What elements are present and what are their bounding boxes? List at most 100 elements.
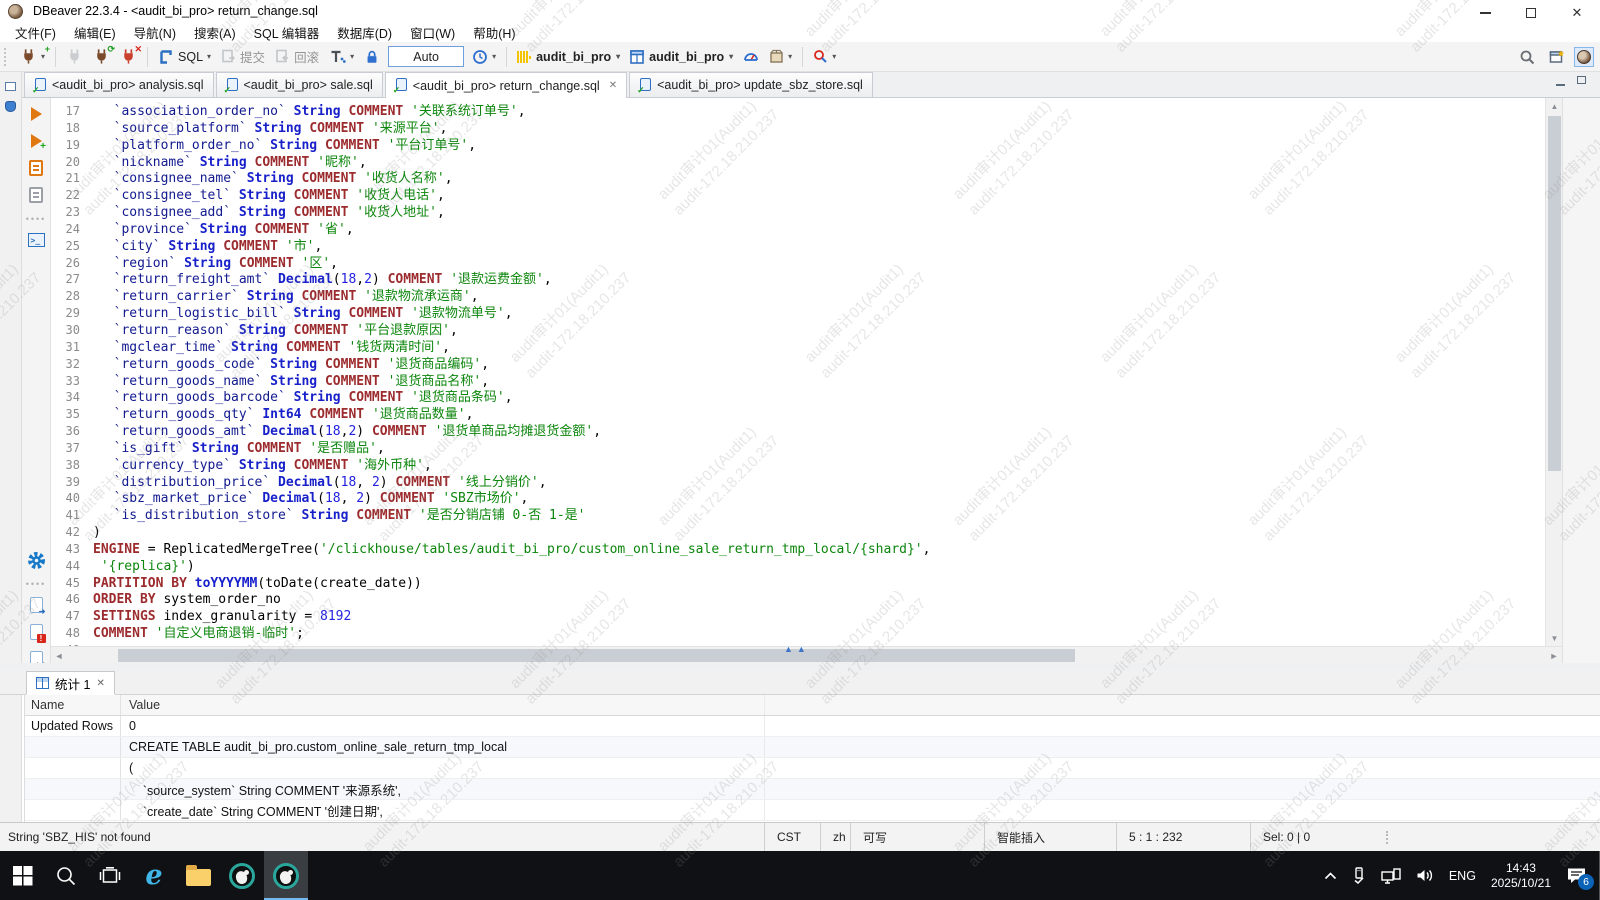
quick-search-button[interactable] — [1515, 45, 1539, 69]
code-text[interactable]: `consignee_add` String COMMENT '收货人地址', — [93, 205, 445, 220]
explain-plan-button[interactable] — [25, 184, 47, 206]
code-text[interactable]: `consignee_name` String COMMENT '收货人名称', — [93, 171, 453, 186]
table-row[interactable]: Updated Rows0 — [25, 716, 1600, 737]
dbeaver-perspective-button[interactable] — [1574, 47, 1594, 67]
sash-restore-arrows-icon[interactable]: ▲▲ — [784, 644, 810, 654]
editor-tab-1[interactable]: ✓<audit_bi_pro> sale.sql — [216, 72, 383, 97]
menu-item-4[interactable]: SQL 编辑器 — [245, 21, 329, 44]
code-text[interactable]: `is_gift` String COMMENT '是否赠品', — [93, 441, 385, 456]
code-text[interactable]: `return_carrier` String COMMENT '退款物流承运商… — [93, 289, 479, 304]
grid-cell[interactable]: `source_system` String COMMENT '来源系统', — [121, 779, 765, 799]
table-row[interactable]: `create_date` String COMMENT '创建日期', — [25, 800, 1600, 821]
execute-script-button[interactable] — [25, 157, 47, 179]
internet-explorer-button[interactable]: e — [132, 851, 176, 900]
code-text[interactable]: `sbz_market_price` Decimal(18, 2) COMMEN… — [93, 491, 528, 506]
panel-splitter[interactable] — [0, 663, 1600, 670]
dbeaver-taskbar-button-active[interactable] — [264, 851, 308, 900]
code-text[interactable]: `return_goods_name` String COMMENT '退货商品… — [93, 374, 489, 389]
grid-cell[interactable] — [25, 737, 121, 757]
connect-button[interactable] — [62, 45, 87, 69]
tab-close-icon[interactable]: ✕ — [96, 678, 104, 689]
taskbar-clock[interactable]: 14:43 2025/10/21 — [1491, 861, 1551, 891]
code-text[interactable]: `platform_order_no` String COMMENT '平台订单… — [93, 138, 476, 153]
open-console-button[interactable]: >_ — [25, 229, 47, 251]
execute-statement-button[interactable] — [25, 103, 47, 125]
sql-code-editor[interactable]: 17 `association_order_no` String COMMENT… — [51, 98, 1545, 646]
tab-statistics[interactable]: 统计 1 ✕ — [26, 671, 115, 695]
task-view-button[interactable] — [88, 851, 132, 900]
maximize-editor-icon[interactable] — [1577, 76, 1586, 86]
editor-horizontal-scrollbar[interactable]: ◄ ► ▲▲ — [51, 646, 1562, 663]
rollback-button[interactable]: 回滚 — [271, 45, 323, 69]
code-text[interactable]: ) — [93, 525, 101, 540]
vertical-scroll-thumb[interactable] — [1548, 116, 1561, 471]
code-text[interactable]: `return_goods_barcode` String COMMENT '退… — [93, 390, 513, 405]
open-perspective-button[interactable] — [1545, 45, 1569, 69]
editor-vertical-scrollbar[interactable]: ▲ ▼ — [1545, 98, 1562, 646]
code-text[interactable]: `return_freight_amt` Decimal(18,2) COMME… — [93, 272, 552, 287]
code-text[interactable]: `currency_type` String COMMENT '海外币种', — [93, 458, 432, 473]
scroll-right-icon[interactable]: ► — [1546, 647, 1562, 664]
menu-item-1[interactable]: 编辑(E) — [65, 21, 125, 44]
dbeaver-taskbar-button[interactable] — [220, 851, 264, 900]
menu-item-3[interactable]: 搜索(A) — [185, 21, 245, 44]
settings-button[interactable] — [25, 549, 47, 571]
scroll-left-icon[interactable]: ◄ — [51, 647, 67, 664]
editor-tab-2[interactable]: ✓<audit_bi_pro> return_change.sql✕ — [385, 72, 627, 98]
dashboard-button[interactable] — [739, 45, 763, 69]
code-text[interactable]: `province` String COMMENT '省', — [93, 222, 354, 237]
code-text[interactable]: PARTITION BY toYYYYMM(toDate(create_date… — [93, 576, 422, 591]
editor-tab-3[interactable]: ✓<audit_bi_pro> update_sbz_store.sql — [629, 72, 873, 97]
export-file-button[interactable]: ➜ — [25, 594, 47, 616]
code-text[interactable]: `source_platform` String COMMENT '来源平台', — [93, 121, 447, 136]
reconnect-button[interactable]: ⟳ — [89, 45, 114, 69]
tab-close-icon[interactable]: ✕ — [609, 80, 617, 91]
code-text[interactable]: `return_reason` String COMMENT '平台退款原因', — [93, 323, 458, 338]
scroll-down-icon[interactable]: ▼ — [1546, 630, 1563, 646]
menu-item-7[interactable]: 帮助(H) — [464, 21, 524, 44]
code-text[interactable]: `distribution_price` Decimal(18, 2) COMM… — [93, 475, 547, 490]
menu-item-5[interactable]: 数据库(D) — [328, 21, 401, 44]
language-indicator[interactable]: ENG — [1449, 869, 1476, 883]
code-text[interactable]: SETTINGS index_granularity = 8192 — [93, 609, 351, 624]
grid-cell[interactable]: `create_date` String COMMENT '创建日期', — [121, 800, 765, 820]
code-text[interactable]: `mgclear_time` String COMMENT '钱货两清时间', — [93, 340, 450, 355]
table-row[interactable]: CREATE TABLE audit_bi_pro.custom_online_… — [25, 737, 1600, 758]
action-center-button[interactable]: 6 — [1566, 867, 1587, 885]
code-text[interactable]: `return_goods_amt` Decimal(18,2) COMMENT… — [93, 424, 601, 439]
disconnect-button[interactable]: ✕ — [116, 45, 141, 69]
lock-icon-button[interactable] — [360, 45, 384, 69]
code-text[interactable]: ORDER BY system_order_no — [93, 592, 281, 607]
restore-view-icon[interactable] — [5, 82, 16, 91]
grid-cell[interactable]: Updated Rows — [25, 716, 121, 736]
package-button[interactable]: ▾ — [765, 45, 796, 69]
speaker-icon[interactable] — [1416, 868, 1434, 883]
usb-eject-icon[interactable] — [1352, 867, 1366, 884]
code-text[interactable]: `consignee_tel` String COMMENT '收货人电话', — [93, 188, 445, 203]
taskbar-search-button[interactable] — [44, 851, 88, 900]
code-text[interactable]: `return_goods_qty` Int64 COMMENT '退货商品数量… — [93, 407, 473, 422]
grid-cell[interactable]: CREATE TABLE audit_bi_pro.custom_online_… — [121, 737, 765, 757]
network-icon[interactable] — [1381, 868, 1401, 884]
grid-cell[interactable] — [25, 800, 121, 820]
code-text[interactable]: `return_logistic_bill` String COMMENT '退… — [93, 306, 513, 321]
search-toolbar-button[interactable]: ▾ — [809, 45, 840, 69]
start-button[interactable] — [0, 851, 44, 900]
menu-item-6[interactable]: 窗口(W) — [401, 21, 464, 44]
table-row[interactable]: `source_system` String COMMENT '来源系统', — [25, 779, 1600, 800]
horizontal-scroll-thumb[interactable] — [118, 649, 1075, 662]
execute-new-tab-button[interactable]: + — [25, 130, 47, 152]
grid-cell[interactable]: 0 — [121, 716, 765, 736]
schema-selector[interactable]: audit_bi_pro▾ — [625, 50, 738, 64]
code-text[interactable]: `return_goods_code` String COMMENT '退货商品… — [93, 357, 489, 372]
menu-item-2[interactable]: 导航(N) — [125, 21, 185, 44]
new-connection-button[interactable]: +▾ — [16, 45, 49, 69]
code-text[interactable]: `city` String COMMENT '市', — [93, 239, 322, 254]
transaction-mode-button[interactable]: ▾ — [325, 45, 358, 69]
database-navigator-icon[interactable] — [5, 101, 16, 112]
code-text[interactable]: ENGINE = ReplicatedMergeTree('/clickhous… — [93, 542, 930, 557]
code-text[interactable]: `nickname` String COMMENT '昵称', — [93, 155, 367, 170]
file-explorer-button[interactable] — [176, 851, 220, 900]
code-text[interactable]: `region` String COMMENT '区', — [93, 256, 338, 271]
table-row[interactable]: ( — [25, 758, 1600, 779]
